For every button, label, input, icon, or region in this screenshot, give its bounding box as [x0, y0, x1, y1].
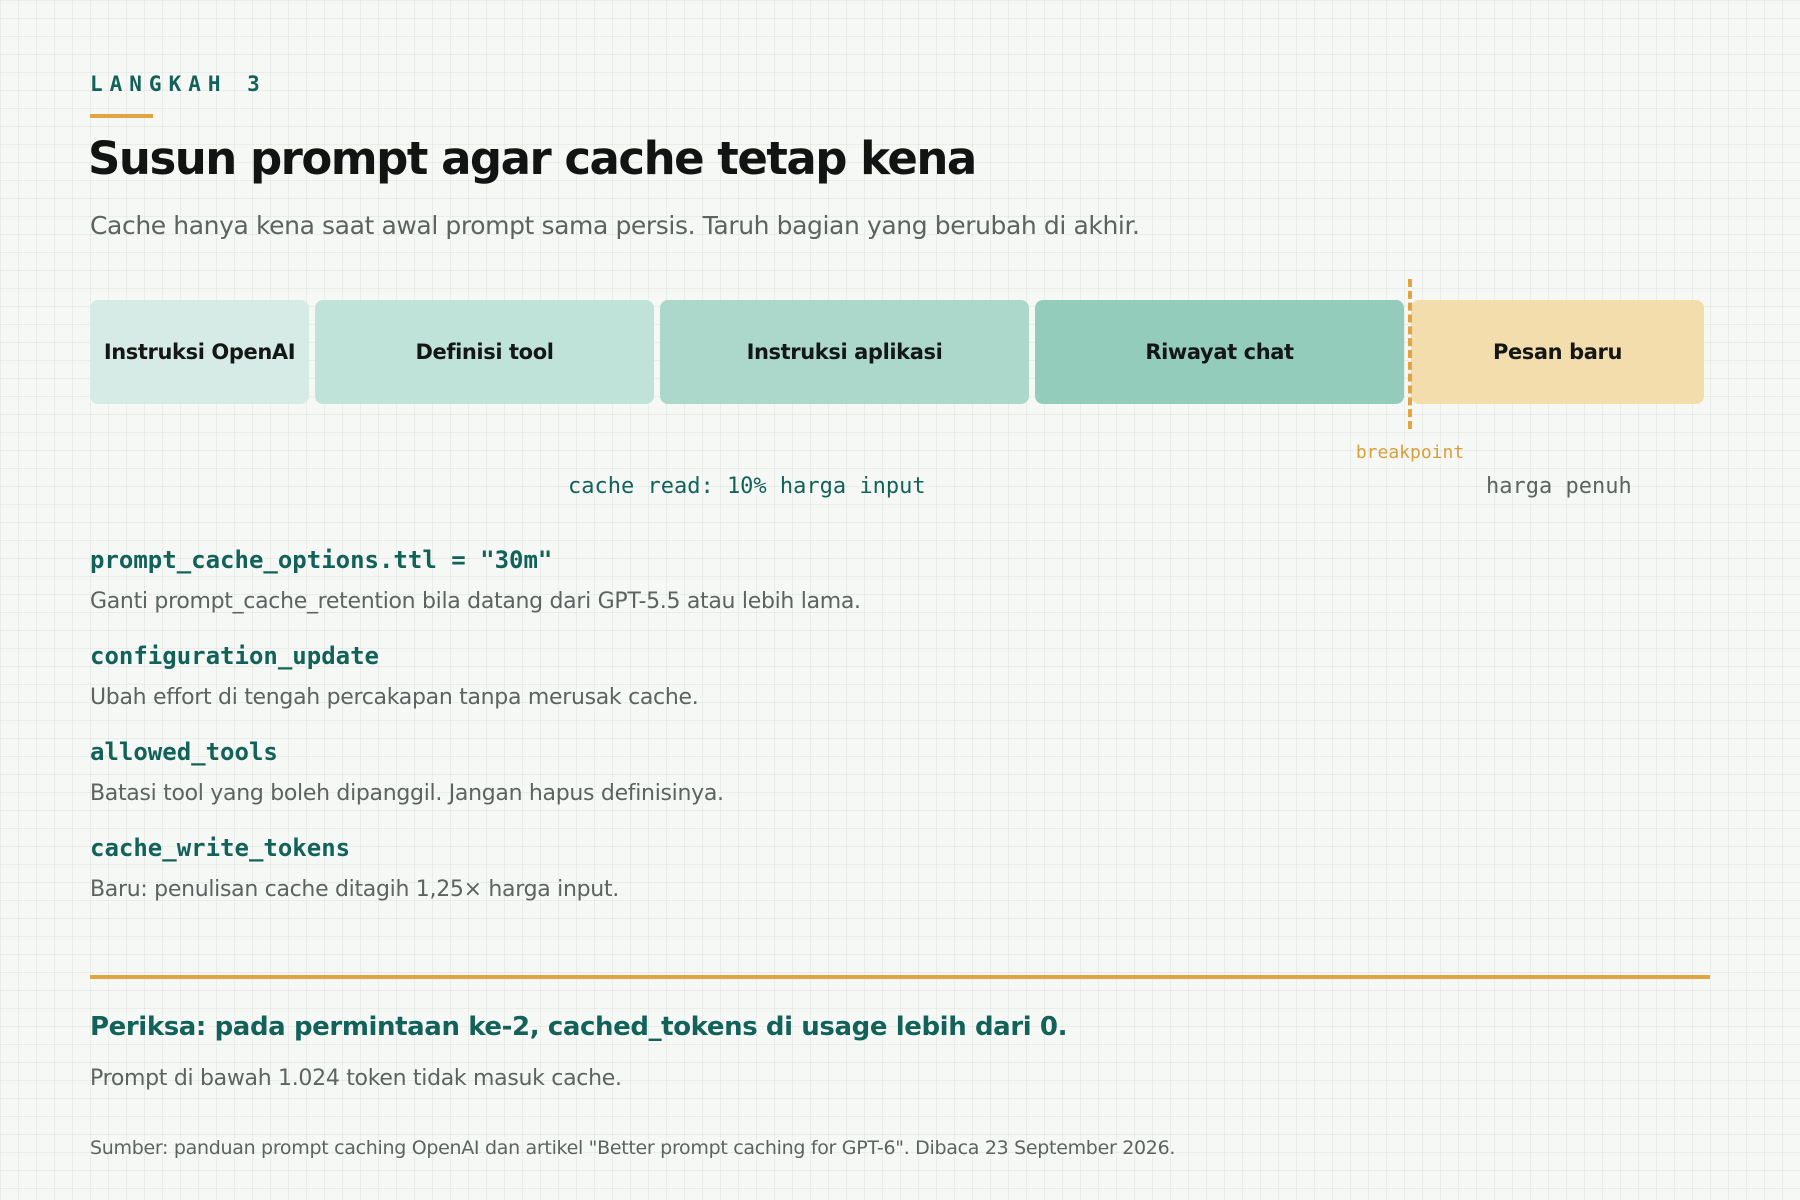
segment-label: Pesan baru — [1492, 340, 1623, 364]
cache-read-label: cache read: 10% harga input — [568, 474, 926, 499]
segment-label: Riwayat chat — [1145, 340, 1294, 364]
option-code-configuration-update: configuration_update — [90, 642, 379, 670]
source-citation: Sumber: panduan prompt caching OpenAI da… — [90, 1137, 1176, 1159]
segment-label: Definisi tool — [415, 340, 554, 364]
option-desc-configuration-update: Ubah effort di tengah percakapan tanpa m… — [90, 685, 699, 710]
option-desc-ttl: Ganti prompt_cache_retention bila datang… — [90, 589, 861, 614]
cache-minimum-note: Prompt di bawah 1.024 token tidak masuk … — [90, 1066, 622, 1091]
segment-label: Instruksi OpenAI — [103, 340, 296, 364]
option-code-cache-write-tokens: cache_write_tokens — [90, 834, 351, 862]
full-price-label: harga penuh — [1486, 474, 1632, 499]
option-code-ttl: prompt_cache_options.ttl = "30m" — [90, 546, 553, 574]
page-subtitle: Cache hanya kena saat awal prompt sama p… — [90, 211, 1140, 240]
option-desc-allowed-tools: Batasi tool yang boleh dipanggil. Jangan… — [90, 781, 724, 806]
segment-new-message: Pesan baru — [1411, 300, 1704, 404]
segment-tool-definitions: Definisi tool — [315, 300, 654, 404]
section-divider — [90, 975, 1710, 979]
option-code-allowed-tools: allowed_tools — [90, 738, 278, 766]
breakpoint-label: breakpoint — [1355, 442, 1465, 463]
segment-chat-history: Riwayat chat — [1035, 300, 1404, 404]
segment-label: Instruksi aplikasi — [746, 340, 943, 364]
step-eyebrow: LANGKAH 3 — [90, 72, 267, 96]
page-title: Susun prompt agar cache tetap kena — [88, 132, 977, 185]
segment-app-instructions: Instruksi aplikasi — [660, 300, 1029, 404]
option-desc-cache-write-tokens: Baru: penulisan cache ditagih 1,25× harg… — [90, 877, 619, 902]
segment-openai-instructions: Instruksi OpenAI — [90, 300, 309, 404]
breakpoint-marker — [1408, 279, 1412, 429]
verification-callout: Periksa: pada permintaan ke-2, cached_to… — [90, 1012, 1068, 1042]
eyebrow-underline — [90, 114, 153, 118]
